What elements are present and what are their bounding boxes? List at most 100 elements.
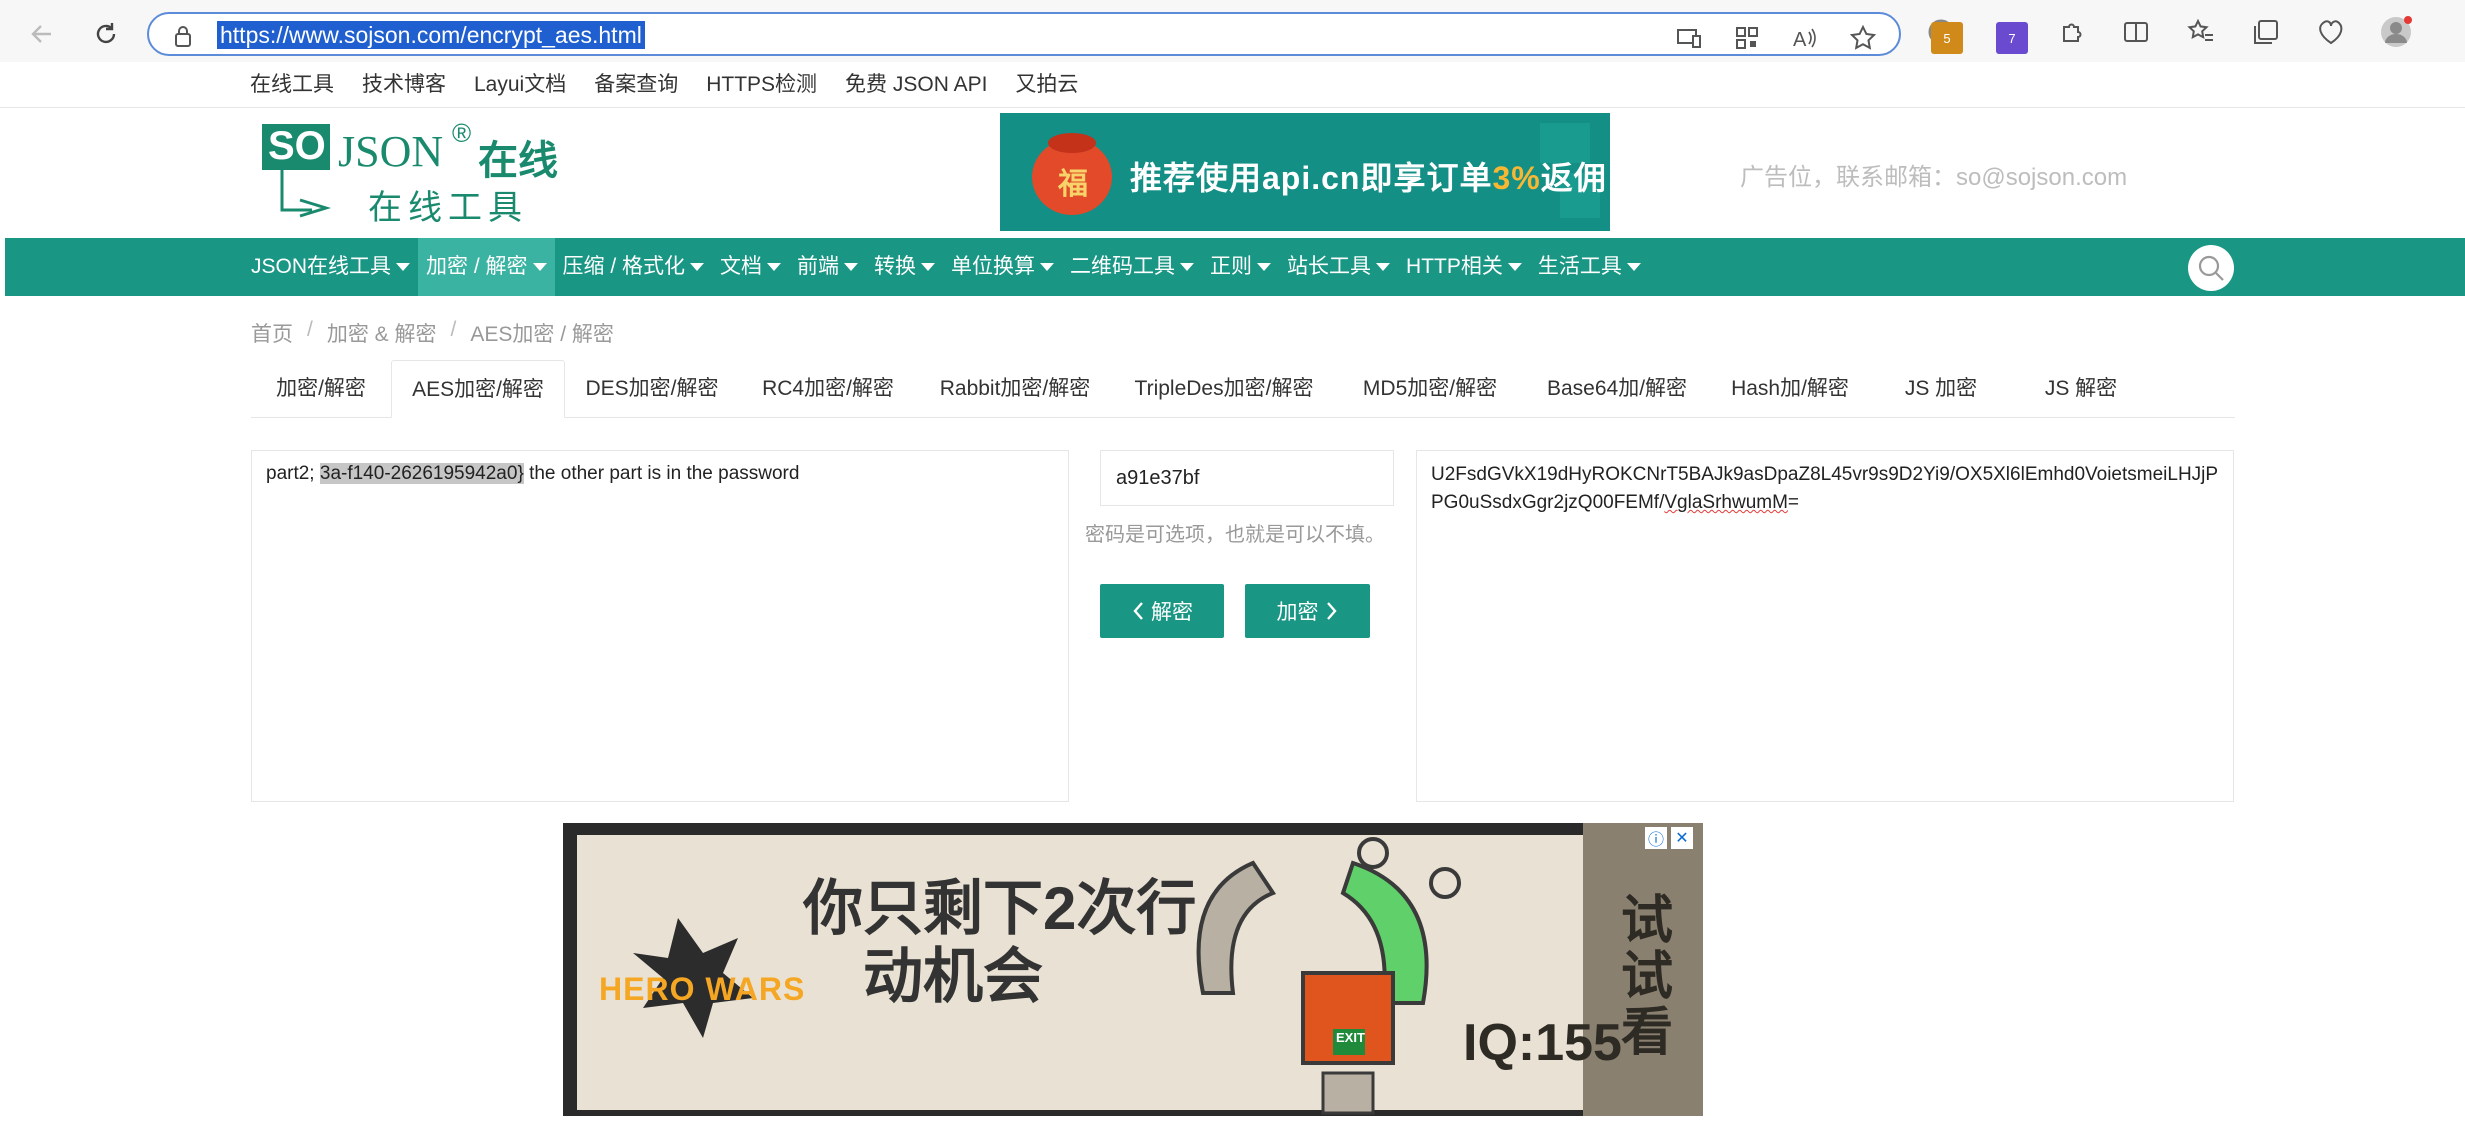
tab-hash[interactable]: Hash加/解密: [1709, 360, 1871, 418]
caret-down-icon: [844, 263, 859, 271]
ad-headline: 你只剩下2次行 动机会: [803, 875, 1197, 1010]
tab-encrypt-decrypt[interactable]: 加密/解密: [251, 360, 391, 418]
logo-registered: ®: [452, 118, 472, 148]
chevron-left-icon: [1133, 602, 1143, 620]
browser-toolbar: https://www.sojson.com/encrypt_aes.html …: [0, 0, 2465, 62]
nav-item[interactable]: HTTP相关: [1398, 238, 1530, 296]
nav-item[interactable]: 二维码工具: [1062, 238, 1202, 296]
tab-tripledes[interactable]: TripleDes加密/解密: [1113, 360, 1335, 418]
banner-ad[interactable]: 福 推荐使用api.cn即享订单3%返佣: [1000, 113, 1610, 231]
svg-text:A: A: [1793, 29, 1807, 50]
tab-js-encrypt[interactable]: JS 加密: [1871, 360, 2011, 418]
password-input[interactable]: a91e37bf: [1100, 450, 1394, 506]
encrypt-button[interactable]: 加密: [1245, 584, 1370, 638]
breadcrumb-home[interactable]: 首页: [251, 318, 293, 348]
tab-rc4[interactable]: RC4加密/解密: [739, 360, 917, 418]
toplink[interactable]: 备案查询: [594, 70, 678, 100]
caret-down-icon: [1180, 263, 1195, 271]
chevron-right-icon: [1326, 602, 1337, 620]
site-logo[interactable]: SO JSON ® 在线 在线工具箱: [260, 118, 560, 277]
toplink[interactable]: HTTPS检测: [706, 70, 817, 100]
collections-icon[interactable]: [2250, 16, 2282, 48]
decrypt-button[interactable]: 解密: [1100, 584, 1224, 638]
nav-item-label: 单位换算: [951, 255, 1036, 278]
caret-down-icon: [1626, 263, 1641, 271]
logo-online: 在线: [478, 139, 558, 183]
nav-item[interactable]: 单位换算: [943, 238, 1062, 296]
toplink[interactable]: 免费 JSON API: [845, 70, 987, 100]
extension-badge: 5: [1931, 22, 1963, 54]
ad-iq-label: IQ:155: [1463, 1014, 1622, 1072]
close-icon[interactable]: ✕: [1671, 827, 1693, 849]
read-aloud-icon[interactable]: A: [1789, 22, 1821, 54]
nav-item-label: 正则: [1210, 255, 1253, 278]
split-screen-icon[interactable]: [2120, 16, 2152, 48]
nav-item[interactable]: 站长工具: [1279, 238, 1398, 296]
main-nav: JSON在线工具 加密 / 解密 压缩 / 格式化 文档 前端 转换 单位换算 二维码工具 正则…: [5, 238, 2465, 296]
favorites-icon[interactable]: [2185, 16, 2217, 48]
nav-item[interactable]: 正则: [1202, 238, 1279, 296]
nav-item[interactable]: 生活工具: [1530, 238, 1649, 296]
logo-so: SO: [268, 124, 326, 168]
back-icon[interactable]: [22, 14, 62, 54]
breadcrumb-separator: /: [450, 318, 457, 341]
profile-avatar-icon[interactable]: [2380, 16, 2412, 48]
lock-icon[interactable]: [173, 24, 193, 53]
tab-aes[interactable]: AES加密/解密: [391, 360, 565, 418]
reload-icon[interactable]: [86, 14, 126, 54]
address-bar[interactable]: https://www.sojson.com/encrypt_aes.html …: [147, 12, 1901, 56]
caret-down-icon: [396, 263, 411, 271]
tool-tabs: 加密/解密 AES加密/解密 DES加密/解密 RC4加密/解密 Rabbit加…: [251, 360, 2235, 418]
ad-info-icon[interactable]: ⓘ: [1645, 827, 1667, 849]
extension-badge: 7: [1996, 22, 2028, 54]
extensions-puzzle-icon[interactable]: [2055, 16, 2087, 48]
app-available-icon[interactable]: [1673, 22, 1705, 54]
nav-item-label: HTTP相关: [1406, 255, 1503, 278]
caret-down-icon: [690, 263, 705, 271]
nav-item[interactable]: JSON在线工具: [243, 238, 418, 296]
nav-item[interactable]: 文档: [712, 238, 789, 296]
nav-item[interactable]: 加密 / 解密: [418, 238, 555, 296]
toplink[interactable]: 技术博客: [362, 70, 446, 100]
nav-item[interactable]: 前端: [789, 238, 866, 296]
banner-text: 推荐使用api.cn即享订单3%返佣: [1130, 160, 1607, 196]
top-links-bar: 在线工具 技术博客 Layui文档 备案查询 HTTPS检测 免费 JSON A…: [0, 62, 2465, 108]
tab-base64[interactable]: Base64加/解密: [1525, 360, 1709, 418]
tab-rabbit[interactable]: Rabbit加密/解密: [917, 360, 1113, 418]
breadcrumb-category[interactable]: 加密 & 解密: [327, 318, 437, 348]
qr-icon[interactable]: [1731, 22, 1763, 54]
toplink[interactable]: 又拍云: [1015, 70, 1078, 100]
spellcheck-flagged: VglaSrhwumM: [1664, 492, 1788, 513]
caret-down-icon: [1040, 263, 1055, 271]
nav-item-label: 压缩 / 格式化: [562, 255, 686, 278]
toplink[interactable]: 在线工具: [250, 70, 334, 100]
caret-down-icon: [1507, 263, 1522, 271]
nav-item-label: 加密 / 解密: [426, 255, 528, 278]
breadcrumb-current: AES加密 / 解密: [470, 323, 614, 346]
tab-des[interactable]: DES加密/解密: [565, 360, 739, 418]
nav-item-label: 前端: [797, 255, 840, 278]
ad-contact-text: 广告位，联系邮箱：so@sojson.com: [1740, 164, 2128, 191]
hero-wars-logo: HERO WARS: [599, 971, 806, 1007]
search-icon[interactable]: [2188, 245, 2234, 291]
game-ad[interactable]: HERO WARS 你只剩下2次行 动机会 EXIT IQ:155 试试看 ⓘ …: [563, 823, 1703, 1116]
favorite-star-icon[interactable]: [1847, 22, 1879, 54]
plaintext-input[interactable]: part2; 3a-f140-2626195942a0} the other p…: [251, 450, 1069, 802]
toplink[interactable]: Layui文档: [474, 70, 566, 100]
browser-essentials-icon[interactable]: [2315, 16, 2347, 48]
nav-item-label: JSON在线工具: [251, 255, 392, 278]
tab-js-decrypt[interactable]: JS 解密: [2011, 360, 2151, 418]
ciphertext-output[interactable]: U2FsdGVkX19dHyROKCNrT5BAJk9asDpaZ8L45vr9…: [1416, 450, 2234, 802]
tab-md5[interactable]: MD5加密/解密: [1335, 360, 1525, 418]
nav-item[interactable]: 压缩 / 格式化: [555, 238, 713, 296]
url-text[interactable]: https://www.sojson.com/encrypt_aes.html: [217, 21, 645, 49]
logo-json: JSON: [338, 127, 444, 176]
extension-icon[interactable]: 5: [1925, 16, 1963, 54]
ad-cta-button[interactable]: 试试看: [1621, 893, 1681, 1061]
nav-item[interactable]: 转换: [866, 238, 943, 296]
extension-icon[interactable]: 7: [1990, 16, 2028, 54]
caret-down-icon: [1257, 263, 1272, 271]
caret-down-icon: [921, 263, 936, 271]
nav-item-label: 转换: [874, 255, 917, 278]
nav-item-label: 站长工具: [1287, 255, 1372, 278]
